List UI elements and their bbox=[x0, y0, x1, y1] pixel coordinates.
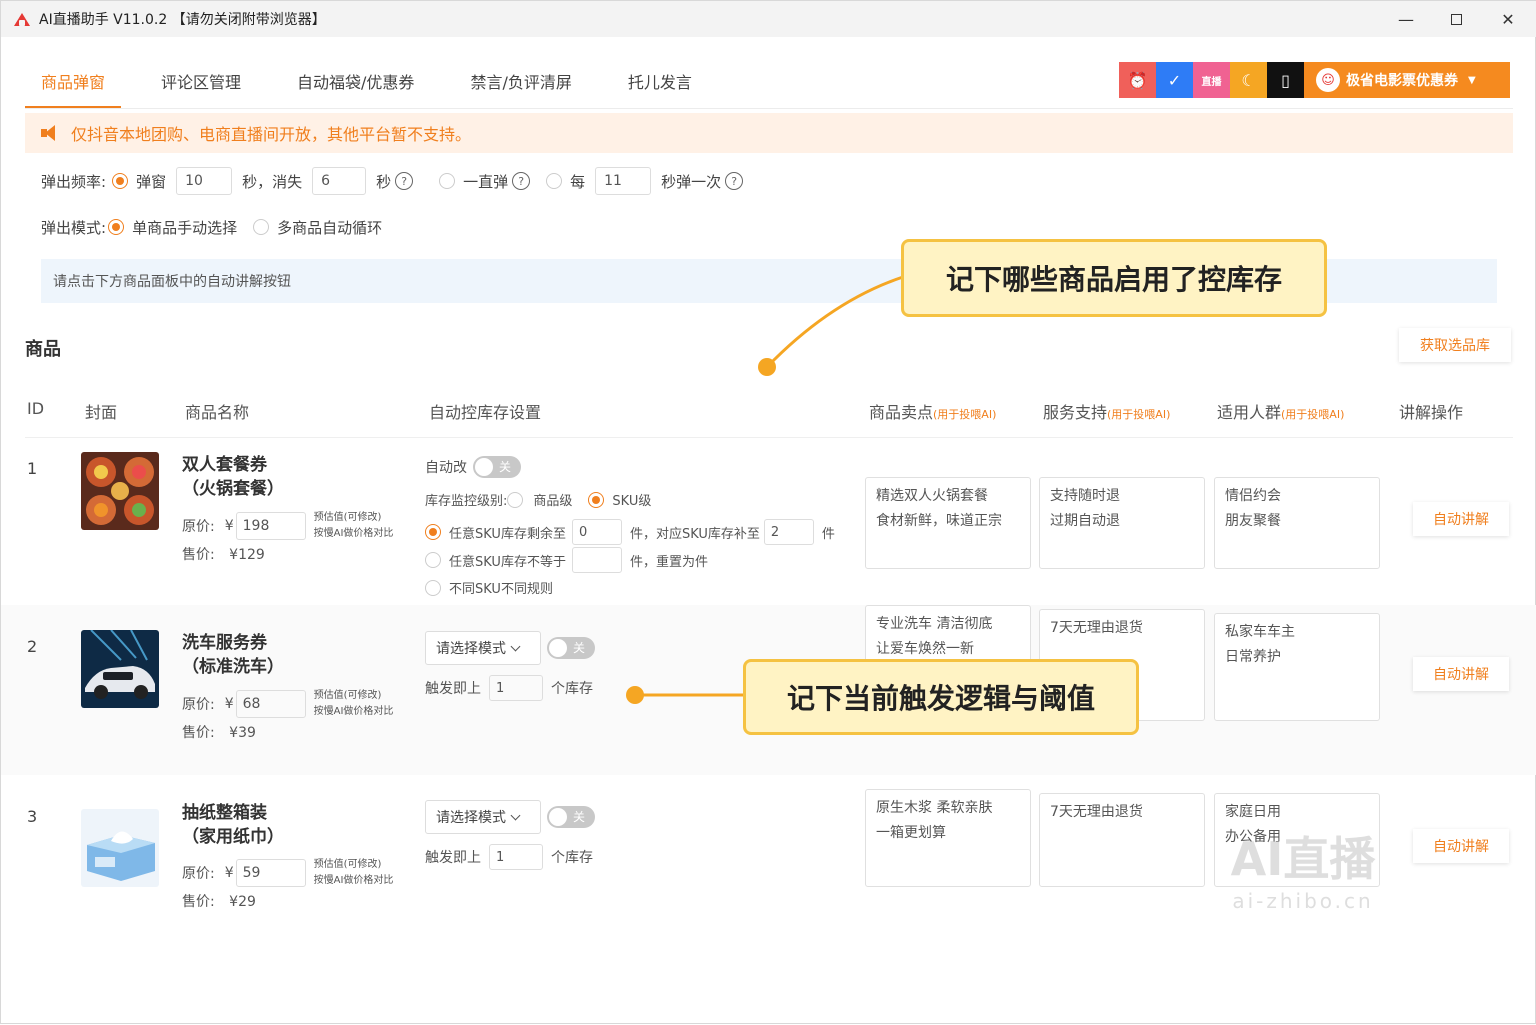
callout-top: 记下哪些商品启用了控库存 bbox=[901, 239, 1327, 317]
callout-line-top bbox=[765, 275, 904, 369]
callout-dot-top bbox=[758, 358, 776, 376]
app-window: AI直播助手 V11.0.2 【请勿关闭附带浏览器】 — ✕ 商品弹窗 评论区管… bbox=[0, 0, 1536, 1024]
callout-mid: 记下当前触发逻辑与阈值 bbox=[743, 659, 1139, 735]
annotation-lines bbox=[635, 275, 904, 697]
callout-dot-mid bbox=[626, 686, 644, 704]
